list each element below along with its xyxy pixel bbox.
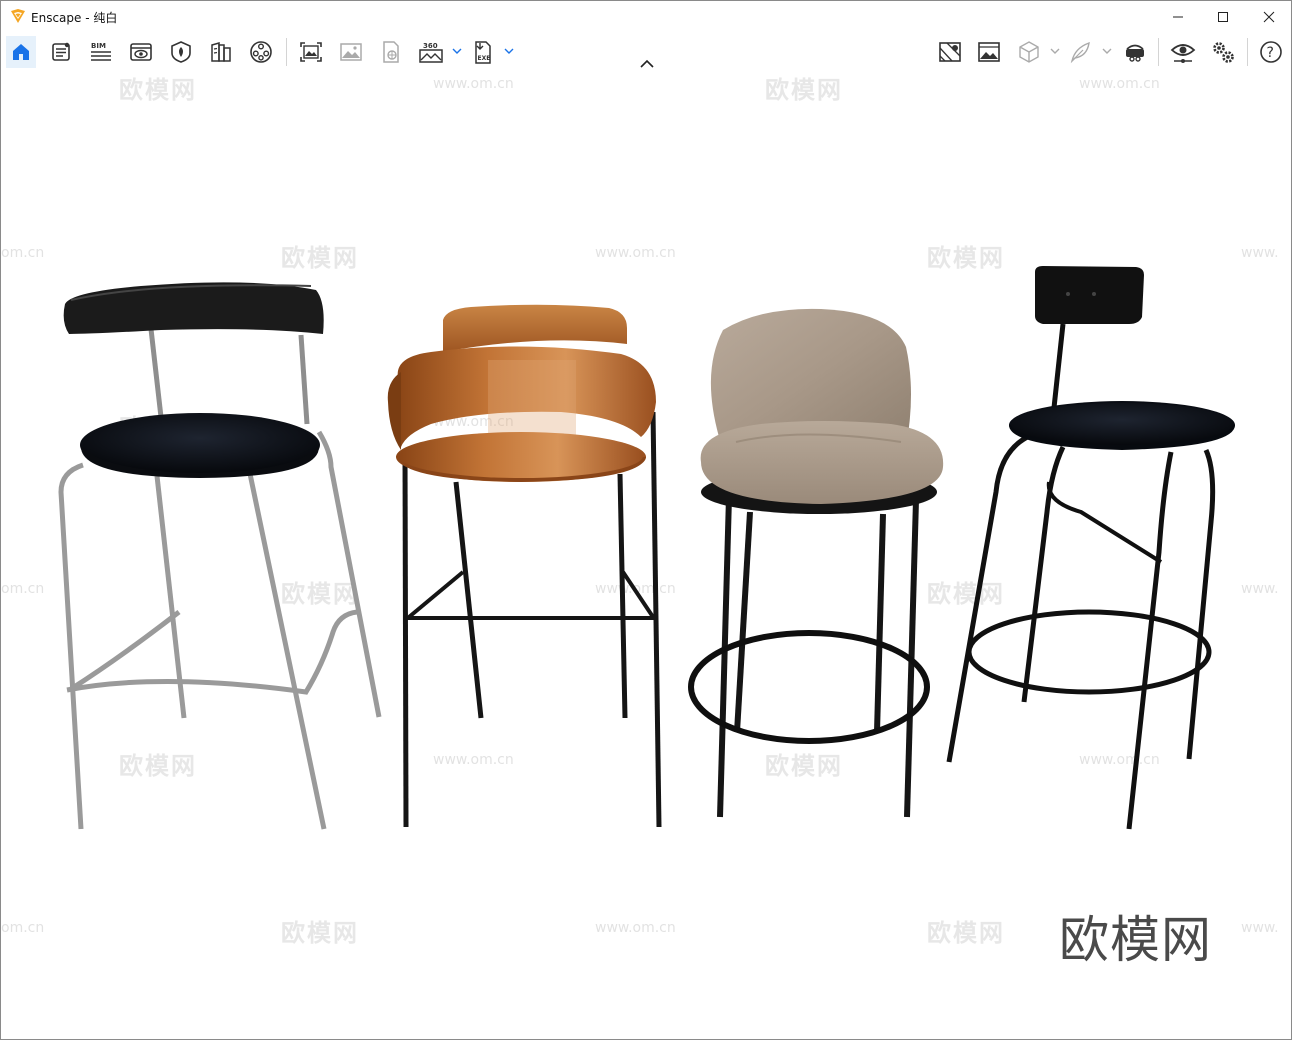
screenshot-button[interactable] xyxy=(296,36,326,68)
cube-chevron-down-icon[interactable] xyxy=(1050,44,1060,58)
enscape-logo-icon xyxy=(11,9,25,23)
maximize-icon xyxy=(1218,11,1228,22)
help-label: ? xyxy=(1267,45,1274,61)
bim-label: BIM xyxy=(91,42,106,50)
site-context-icon xyxy=(939,42,961,62)
batch-render-icon xyxy=(340,43,362,61)
web-standalone-button[interactable] xyxy=(376,36,406,68)
exe-export-icon: EXE xyxy=(475,41,491,64)
library-icon xyxy=(211,42,231,62)
asset-library-button[interactable] xyxy=(46,36,76,68)
asset-library-icon xyxy=(52,42,70,61)
feather-icon xyxy=(1070,41,1090,64)
cube-icon xyxy=(1019,41,1039,63)
site-context-button[interactable] xyxy=(935,36,965,68)
panorama-label: 360 xyxy=(423,42,438,50)
bim-icon: BIM xyxy=(91,42,111,61)
view-icon xyxy=(130,43,152,61)
panorama-icon: 360 xyxy=(419,42,443,63)
stool-4 xyxy=(946,266,1235,830)
stool-2 xyxy=(387,304,662,828)
web-standalone-icon xyxy=(383,41,399,63)
close-button[interactable] xyxy=(1246,1,1291,32)
material-editor-button[interactable] xyxy=(166,36,196,68)
cube-button[interactable] xyxy=(1014,36,1044,68)
panorama-chevron-down-icon[interactable] xyxy=(452,44,462,58)
visual-settings-button[interactable] xyxy=(1168,36,1198,68)
toolbar-separator xyxy=(1247,38,1248,66)
window-title: Enscape - 纯白 xyxy=(31,11,118,25)
collapse-toolbar-chevron-up-icon[interactable] xyxy=(638,58,656,70)
stools-render xyxy=(58,266,1235,830)
visual-settings-icon xyxy=(1170,44,1196,63)
atmosphere-icon xyxy=(978,42,1000,62)
exe-export-button[interactable]: EXE xyxy=(468,36,498,68)
stool-1 xyxy=(58,282,382,830)
title-bar: Enscape - 纯白 xyxy=(1,1,1291,32)
feather-button[interactable] xyxy=(1066,36,1096,68)
help-button[interactable]: ? xyxy=(1256,36,1286,68)
close-icon xyxy=(1263,11,1275,22)
feather-chevron-down-icon[interactable] xyxy=(1102,44,1112,58)
minimize-button[interactable] xyxy=(1155,1,1201,32)
video-editor-icon xyxy=(250,41,272,63)
vr-headset-icon xyxy=(1126,44,1144,62)
bim-button[interactable]: BIM xyxy=(86,36,116,68)
library-button[interactable] xyxy=(206,36,236,68)
view-management-button[interactable] xyxy=(126,36,156,68)
settings-icon xyxy=(1213,42,1234,63)
vr-headset-button[interactable] xyxy=(1120,36,1150,68)
exe-label: EXE xyxy=(478,55,491,62)
home-button[interactable] xyxy=(6,36,36,68)
toolbar-separator xyxy=(286,38,287,66)
watermark-logo: 欧模网 xyxy=(1059,911,1212,969)
screenshot-icon xyxy=(300,42,322,62)
stool-3 xyxy=(688,308,944,818)
maximize-button[interactable] xyxy=(1200,1,1246,32)
minimize-icon xyxy=(1173,16,1183,17)
render-viewport[interactable]: 欧模网 www.om.cn 欧模网 www.om.cn om.cn 欧模网 ww… xyxy=(1,72,1291,1039)
atmosphere-button[interactable] xyxy=(974,36,1004,68)
exe-chevron-down-icon[interactable] xyxy=(504,44,514,58)
batch-render-button[interactable] xyxy=(336,36,366,68)
enscape-window: Enscape - 纯白 BIM 360 EXE ? 欧模网 www.om.cn… xyxy=(0,0,1292,1040)
video-editor-button[interactable] xyxy=(246,36,276,68)
home-icon xyxy=(13,44,29,60)
material-icon xyxy=(171,41,191,63)
settings-button[interactable] xyxy=(1208,36,1238,68)
help-icon: ? xyxy=(1260,41,1282,63)
toolbar-separator xyxy=(1158,38,1159,66)
panorama-button[interactable]: 360 xyxy=(416,36,446,68)
